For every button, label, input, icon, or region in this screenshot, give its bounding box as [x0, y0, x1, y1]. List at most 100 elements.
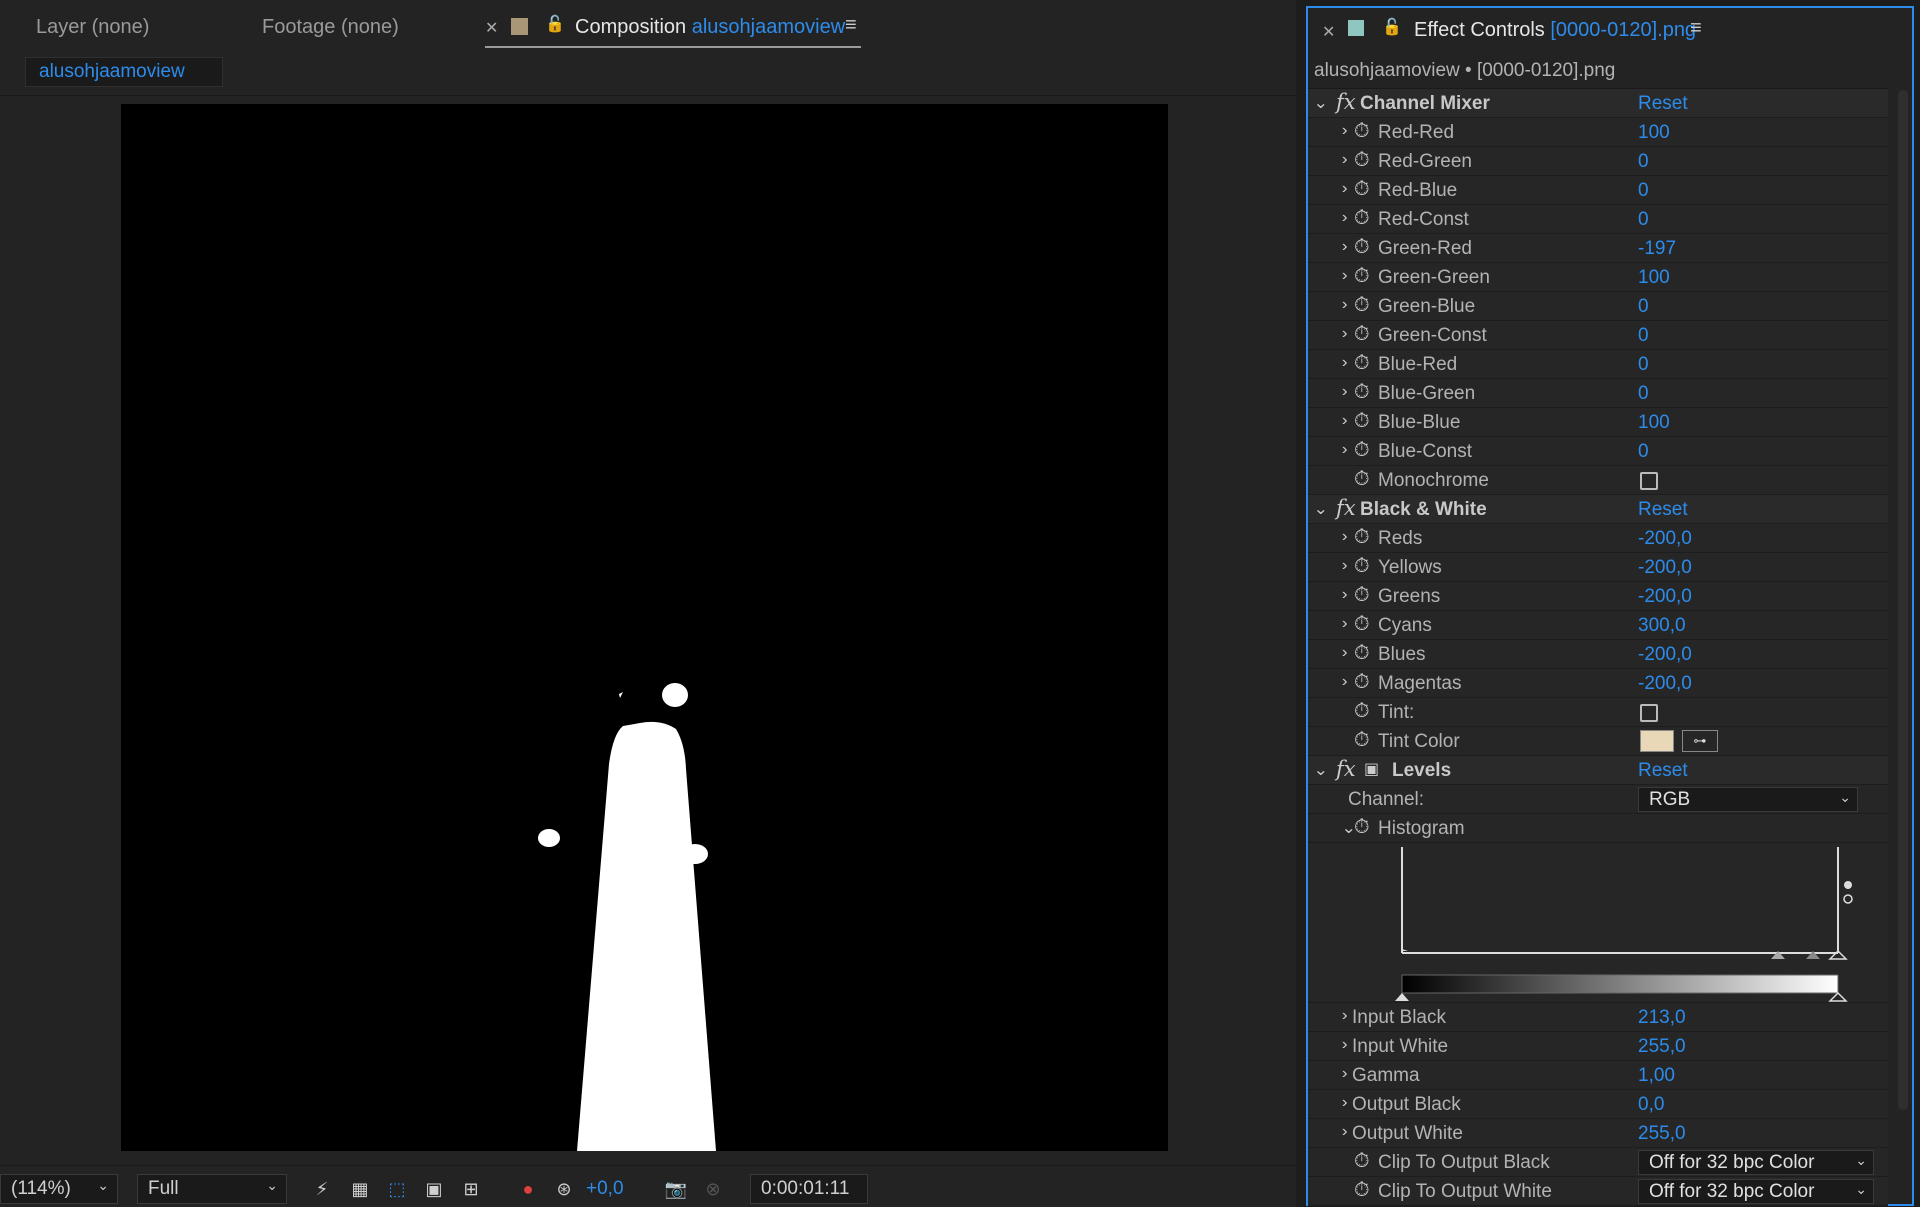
tint-checkbox[interactable] [1640, 704, 1658, 722]
stopwatch-icon[interactable]: ⏱ [1354, 120, 1370, 143]
stopwatch-icon[interactable]: ⏱ [1354, 207, 1370, 230]
tab-footage[interactable]: Footage (none) [262, 16, 399, 39]
stopwatch-icon[interactable]: ⏱ [1354, 149, 1370, 172]
param-value[interactable]: -200,0 [1638, 528, 1692, 550]
stopwatch-icon[interactable]: ⏱ [1354, 265, 1370, 288]
chevron-right-icon[interactable]: › [1342, 528, 1348, 546]
chevron-right-icon[interactable]: › [1342, 383, 1348, 401]
monochrome-checkbox[interactable] [1640, 472, 1658, 490]
stopwatch-icon[interactable]: ⏱ [1354, 526, 1370, 549]
chevron-right-icon[interactable]: › [1342, 267, 1348, 285]
effect-controls-tab[interactable]: ✕ 🔓 Effect Controls [0000-0120].png ≡ [1308, 8, 1912, 58]
region-of-interest-icon[interactable]: ▣ [420, 1176, 448, 1202]
exposure-reset-icon[interactable]: ⊛ [550, 1176, 578, 1202]
magnification-select[interactable]: (114%) ⌄ [0, 1174, 118, 1204]
histogram-widget[interactable] [1308, 843, 1888, 1003]
param-value[interactable]: 100 [1638, 412, 1670, 434]
stopwatch-icon[interactable]: ⏱ [1354, 381, 1370, 404]
chevron-right-icon[interactable]: › [1342, 325, 1348, 343]
clip-white-dropdown[interactable]: Off for 32 bpc Color ⌄ [1638, 1179, 1874, 1204]
chevron-right-icon[interactable]: › [1342, 1007, 1348, 1025]
fx-icon[interactable]: fx [1336, 757, 1356, 781]
chevron-right-icon[interactable]: › [1342, 1094, 1348, 1112]
chevron-right-icon[interactable]: › [1342, 296, 1348, 314]
fast-previews-icon[interactable]: ⚡ [308, 1176, 336, 1202]
stopwatch-icon[interactable]: ⏱ [1354, 1179, 1370, 1202]
tab-layer[interactable]: Layer (none) [36, 16, 149, 39]
effect-levels[interactable]: ⌄ fx Levels ▣ Reset [1308, 756, 1888, 785]
stopwatch-icon[interactable]: ⏱ [1354, 816, 1370, 839]
composition-name-chip[interactable]: alusohjaamoview [25, 57, 223, 87]
param-value[interactable]: -200,0 [1638, 586, 1692, 608]
close-icon[interactable]: ✕ [485, 18, 498, 38]
panel-menu-icon[interactable]: ≡ [1690, 17, 1702, 40]
chevron-right-icon[interactable]: › [1342, 557, 1348, 575]
stopwatch-icon[interactable]: ⏱ [1354, 352, 1370, 375]
chevron-down-icon[interactable]: ⌄ [1313, 499, 1328, 519]
stopwatch-icon[interactable]: ⏱ [1354, 613, 1370, 636]
chevron-right-icon[interactable]: › [1342, 1123, 1348, 1141]
reset-button[interactable]: Reset [1638, 760, 1688, 782]
chevron-right-icon[interactable]: › [1342, 209, 1348, 227]
tab-composition[interactable]: ✕ 🔓 Composition alusohjaamoview ≡ [485, 12, 861, 48]
effect-black-white[interactable]: ⌄ fx Black & White Reset [1308, 495, 1888, 524]
chevron-right-icon[interactable]: › [1342, 412, 1348, 430]
levels-presets-icon[interactable]: ▣ [1364, 759, 1379, 779]
stopwatch-icon[interactable]: ⏱ [1354, 236, 1370, 259]
panel-menu-icon[interactable]: ≡ [845, 14, 857, 37]
reset-button[interactable]: Reset [1638, 499, 1688, 521]
tint-color-swatch[interactable] [1640, 730, 1674, 752]
chevron-down-icon[interactable]: ⌄ [1313, 760, 1328, 780]
fx-icon[interactable]: fx [1336, 496, 1356, 520]
stopwatch-icon[interactable]: ⏱ [1354, 323, 1370, 346]
chevron-right-icon[interactable]: › [1342, 644, 1348, 662]
param-value[interactable]: 300,0 [1638, 615, 1686, 637]
effect-controls-file[interactable]: [0000-0120].png [1550, 19, 1696, 41]
param-value[interactable]: 0 [1638, 383, 1649, 405]
param-value[interactable]: 0 [1638, 209, 1649, 231]
stopwatch-icon[interactable]: ⏱ [1354, 178, 1370, 201]
stopwatch-icon[interactable]: ⏱ [1354, 1150, 1370, 1173]
transparency-grid-icon[interactable]: ▦ [346, 1176, 374, 1202]
channel-dropdown[interactable]: RGB ⌄ [1638, 787, 1858, 812]
param-value[interactable]: -197 [1638, 238, 1676, 260]
param-value[interactable]: 255,0 [1638, 1036, 1686, 1058]
stopwatch-icon[interactable]: ⏱ [1354, 439, 1370, 462]
chevron-right-icon[interactable]: › [1342, 151, 1348, 169]
param-value[interactable]: 1,00 [1638, 1065, 1675, 1087]
param-value[interactable]: 0 [1638, 441, 1649, 463]
mask-visibility-icon[interactable]: ⬚ [383, 1176, 411, 1202]
chevron-right-icon[interactable]: › [1342, 354, 1348, 372]
param-value[interactable]: 0 [1638, 180, 1649, 202]
chevron-right-icon[interactable]: › [1342, 1065, 1348, 1083]
param-value[interactable]: 213,0 [1638, 1007, 1686, 1029]
chevron-right-icon[interactable]: › [1342, 238, 1348, 256]
channel-icon[interactable]: ● [514, 1176, 542, 1202]
stopwatch-icon[interactable]: ⏱ [1354, 555, 1370, 578]
chevron-right-icon[interactable]: › [1342, 1036, 1348, 1054]
param-value[interactable]: -200,0 [1638, 673, 1692, 695]
chevron-right-icon[interactable]: › [1342, 673, 1348, 691]
param-value[interactable]: 0 [1638, 325, 1649, 347]
param-value[interactable]: -200,0 [1638, 644, 1692, 666]
stopwatch-icon[interactable]: ⏱ [1354, 584, 1370, 607]
snapshot-camera-icon[interactable]: 📷 [662, 1176, 690, 1202]
chevron-right-icon[interactable]: › [1342, 615, 1348, 633]
output-black-slider[interactable] [1395, 993, 1409, 1001]
grid-guides-icon[interactable]: ⊞ [457, 1176, 485, 1202]
effect-channel-mixer[interactable]: ⌄ fx Channel Mixer Reset [1308, 89, 1888, 118]
param-value[interactable]: -200,0 [1638, 557, 1692, 579]
chevron-right-icon[interactable]: › [1342, 180, 1348, 198]
reset-button[interactable]: Reset [1638, 93, 1688, 115]
effect-label-color[interactable] [1348, 20, 1364, 36]
exposure-value[interactable]: +0,0 [586, 1178, 624, 1200]
stopwatch-icon[interactable]: ⏱ [1354, 410, 1370, 433]
show-snapshot-icon[interactable]: ⊗ [699, 1176, 727, 1202]
stopwatch-icon[interactable]: ⏱ [1354, 700, 1370, 723]
stopwatch-icon[interactable]: ⏱ [1354, 729, 1370, 752]
chevron-right-icon[interactable]: › [1342, 441, 1348, 459]
chevron-right-icon[interactable]: › [1342, 122, 1348, 140]
eyedropper-icon[interactable]: ⊶ [1682, 730, 1718, 752]
lock-icon[interactable]: 🔓 [1382, 17, 1402, 37]
current-time-display[interactable]: 0:00:01:11 [750, 1174, 868, 1204]
